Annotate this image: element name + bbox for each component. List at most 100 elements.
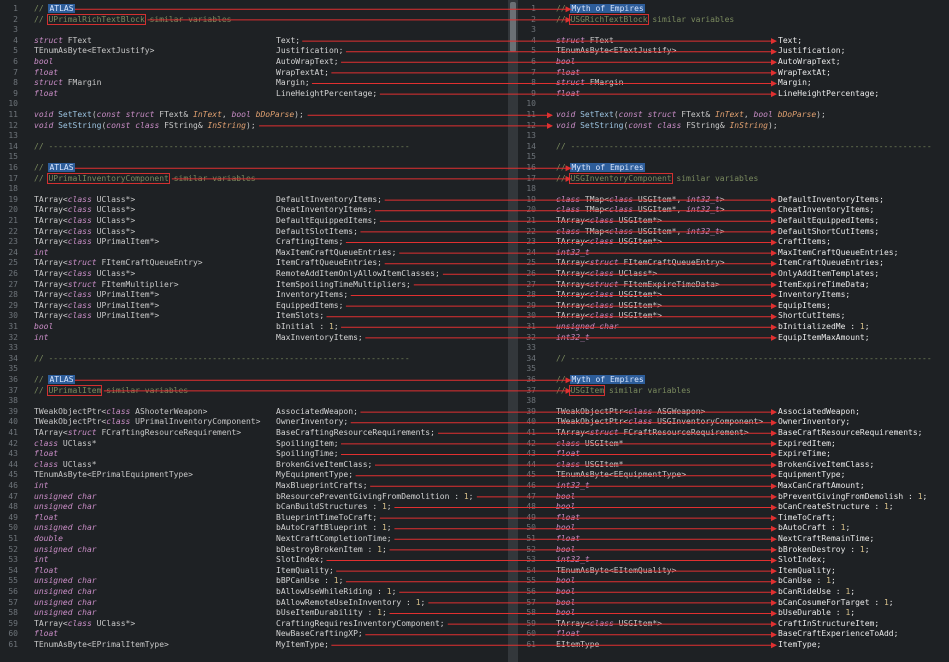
code-line[interactable]: 25 TArray<struct FItemCraftQueueEntry> Ite… (518, 258, 949, 269)
code-line[interactable]: 38 (0, 396, 508, 407)
code-line[interactable]: 40 TWeakObjectPtr<class USGInventoryCompo… (518, 417, 949, 428)
code-line[interactable]: 31 unsigned char bInitializedMe : 1; (518, 322, 949, 333)
code-line[interactable]: 20 class TMap<class USGItem*, int32_t> Che… (518, 205, 949, 216)
code-line[interactable]: 28 TArray<class UPrimalItem*> InventoryIte… (0, 290, 508, 301)
code-line[interactable]: 35 (0, 364, 508, 375)
code-line[interactable]: 14 // -----------------------------------… (518, 142, 949, 153)
code-line[interactable]: 3 (518, 25, 949, 36)
code-line[interactable]: 57 bool bCanCosumeForTarget : 1; (518, 598, 949, 609)
code-line[interactable]: 59 TArray<class USGItem*> CraftInStructure… (518, 619, 949, 630)
scrollbar-thumb[interactable] (510, 2, 516, 52)
code-line[interactable]: 17 // USGInventoryComponent similar varia… (518, 172, 949, 185)
code-line[interactable]: 11 void SetText(const struct FText& InTex… (518, 110, 949, 121)
code-line[interactable]: 4 struct FText Text; (518, 36, 949, 47)
code-line[interactable]: 61 TEnumAsByte<EPrimalItemType> MyItemType… (0, 640, 508, 651)
code-line[interactable]: 10 (518, 99, 949, 110)
code-line[interactable]: 40 TWeakObjectPtr<class UPrimalInventoryC… (0, 417, 508, 428)
code-line[interactable]: 34 // -----------------------------------… (0, 354, 508, 365)
code-line[interactable]: 10 (0, 99, 508, 110)
code-line[interactable]: 60 float BaseCraftExperienceToAdd; (518, 629, 949, 640)
left-editor-pane[interactable]: 1 // ATLAS 2 // UPrimalRichTextBlock simila… (0, 0, 508, 662)
code-line[interactable]: 22 class TMap<class USGItem*, int32_t> Def… (518, 227, 949, 238)
code-line[interactable]: 36 // ATLAS (0, 375, 508, 386)
code-line[interactable]: 25 TArray<struct FItemCraftQueueEntry> Ite… (0, 258, 508, 269)
code-line[interactable]: 33 (518, 343, 949, 354)
code-line[interactable]: 17 // UPrimalInventoryComponent similar v… (0, 172, 508, 185)
code-line[interactable]: 2 // UPrimalRichTextBlock similar variabl… (0, 13, 508, 26)
code-line[interactable]: 59 TArray<class UClass*> CraftingRequiresI… (0, 619, 508, 630)
code-line[interactable]: 49 float BlueprintTimeToCraft; (0, 513, 508, 524)
pane-splitter[interactable] (508, 0, 518, 662)
code-line[interactable]: 45 TEnumAsByte<EPrimalEquipmentType> MyEqu… (0, 470, 508, 481)
code-line[interactable]: 60 float NewBaseCraftingXP; (0, 629, 508, 640)
code-line[interactable]: 32 int MaxInventoryItems; (0, 333, 508, 344)
code-line[interactable]: 41 TArray<struct FCraftingResourceRequire… (0, 428, 508, 439)
code-line[interactable]: 33 (0, 343, 508, 354)
code-line[interactable]: 13 (0, 131, 508, 142)
code-line[interactable]: 13 (518, 131, 949, 142)
code-line[interactable]: 53 int32_t SlotIndex; (518, 555, 949, 566)
code-line[interactable]: 34 // -----------------------------------… (518, 354, 949, 365)
code-line[interactable]: 26 TArray<class UClass*> RemoteAddItemOnly… (0, 269, 508, 280)
code-line[interactable]: 37 // UPrimalItem similar variables (0, 384, 508, 397)
code-line[interactable]: 28 TArray<class USGItem*> InventoryItems; (518, 290, 949, 301)
code-line[interactable]: 7 float WrapTextAt; (0, 68, 508, 79)
code-line[interactable]: 15 (518, 152, 949, 163)
code-line[interactable]: 39 TWeakObjectPtr<class ASGWeapon> Associa… (518, 407, 949, 418)
code-line[interactable]: 50 unsigned char bAutoCraftBlueprint : 1; (0, 523, 508, 534)
code-line[interactable]: 50 bool bAutoCraft : 1; (518, 523, 949, 534)
code-line[interactable]: 12 void SetString(const class FString& In… (0, 121, 508, 132)
code-line[interactable]: 29 TArray<class USGItem*> EquipItems; (518, 301, 949, 312)
code-line[interactable]: 52 unsigned char bDestroyBrokenItem : 1; (0, 545, 508, 556)
code-line[interactable]: 54 float ItemQuality; (0, 566, 508, 577)
code-line[interactable]: 53 int SlotIndex; (0, 555, 508, 566)
code-line[interactable]: 21 TArray<class USGItem*> DefaultEquippedI… (518, 216, 949, 227)
code-line[interactable]: 38 (518, 396, 949, 407)
code-line[interactable]: 43 float SpoilingTime; (0, 449, 508, 460)
code-line[interactable]: 27 TArray<struct FItemMultiplier> ItemSpoi… (0, 280, 508, 291)
code-line[interactable]: 36 // Myth of Empires (518, 375, 949, 386)
code-line[interactable]: 51 float NextCraftRemainTime; (518, 534, 949, 545)
code-line[interactable]: 19 class TMap<class USGItem*, int32_t> Def… (518, 195, 949, 206)
code-line[interactable]: 22 TArray<class UClass*> DefaultSlotItems; (0, 227, 508, 238)
code-line[interactable]: 18 (518, 184, 949, 195)
code-line[interactable]: 46 int32_t MaxCanCraftAmount; (518, 481, 949, 492)
code-line[interactable]: 5 TEnumAsByte<ETextJustify> Justification; (518, 46, 949, 57)
code-line[interactable]: 2 // USGRichTextBlock similar variables (518, 13, 949, 26)
code-line[interactable]: 45 TEnumAsByte<EEquipmentType> EquipmentTy… (518, 470, 949, 481)
code-line[interactable]: 35 (518, 364, 949, 375)
right-editor-pane[interactable]: 1 // Myth of Empires 2 // USGRichTextBlock … (518, 0, 949, 662)
code-line[interactable]: 43 float ExpireTime; (518, 449, 949, 460)
code-line[interactable]: 4 struct FText Text; (0, 36, 508, 47)
code-line[interactable]: 19 TArray<class UClass*> DefaultInventoryI… (0, 195, 508, 206)
code-line[interactable]: 57 unsigned char bAllowRemoteUseInInventor… (0, 598, 508, 609)
code-line[interactable]: 42 class USGItem* ExpiredItem; (518, 439, 949, 450)
code-line[interactable]: 11 void SetText(const struct FText& InTex… (0, 110, 508, 121)
code-line[interactable]: 48 bool bCanCreateStructure : 1; (518, 502, 949, 513)
code-line[interactable]: 20 TArray<class UClass*> CheatInventoryIte… (0, 205, 508, 216)
code-line[interactable]: 24 int32_t MaxItemCraftQueueEntries; (518, 248, 949, 259)
code-line[interactable]: 51 double NextCraftCompletionTime; (0, 534, 508, 545)
code-line[interactable]: 49 float TimeToCraft; (518, 513, 949, 524)
code-line[interactable]: 9 float LineHeightPercentage; (518, 89, 949, 100)
code-line[interactable]: 29 TArray<class UPrimalItem*> EquippedItem… (0, 301, 508, 312)
code-line[interactable]: 55 bool bCanUse : 1; (518, 576, 949, 587)
code-line[interactable]: 1 // ATLAS (0, 4, 508, 15)
code-line[interactable]: 37 // USGItem similar variables (518, 384, 949, 397)
code-line[interactable]: 9 float LineHeightPercentage; (0, 89, 508, 100)
code-line[interactable]: 44 class UClass* BrokenGiveItemClass; (0, 460, 508, 471)
code-line[interactable]: 6 bool AutoWrapText; (518, 57, 949, 68)
code-line[interactable]: 52 bool bBrokenDestroy : 1; (518, 545, 949, 556)
code-line[interactable]: 7 float WrapTextAt; (518, 68, 949, 79)
code-line[interactable]: 54 TEnumAsByte<EItemQuality> ItemQuality; (518, 566, 949, 577)
code-line[interactable]: 46 int MaxBlueprintCrafts; (0, 481, 508, 492)
code-line[interactable]: 30 TArray<class UPrimalItem*> ItemSlots; (0, 311, 508, 322)
code-line[interactable]: 27 TArray<struct FItemExpireTimeData> Item… (518, 280, 949, 291)
code-line[interactable]: 58 bool bUseDurable : 1; (518, 608, 949, 619)
code-line[interactable]: 61 EItemType ItemType; (518, 640, 949, 651)
code-line[interactable]: 56 bool bCanRideUse : 1; (518, 587, 949, 598)
code-line[interactable]: 55 unsigned char bBPCanUse : 1; (0, 576, 508, 587)
code-line[interactable]: 26 TArray<class UClass*> OnlyAddItemTempla… (518, 269, 949, 280)
code-line[interactable]: 56 unsigned char bAllowUseWhileRiding : 1; (0, 587, 508, 598)
code-line[interactable]: 3 (0, 25, 508, 36)
